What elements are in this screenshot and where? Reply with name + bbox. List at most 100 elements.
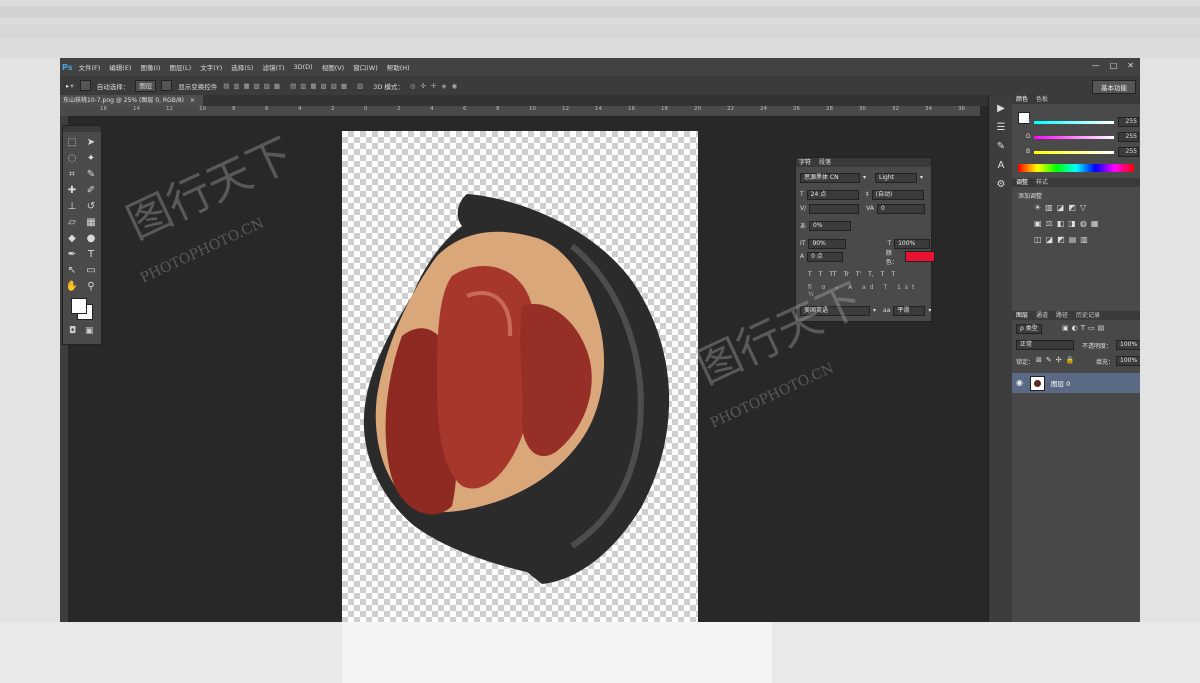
lock-icons[interactable]: ⊠✎✣🔒 [1036, 356, 1078, 364]
g-value[interactable]: 255 [1118, 132, 1139, 142]
dodge-tool-icon[interactable]: ● [84, 232, 98, 246]
blend-mode-select[interactable]: 正常 [1016, 340, 1074, 350]
close-button[interactable]: ✕ [1127, 61, 1134, 70]
minimize-button[interactable]: — [1092, 61, 1100, 70]
tab-swatches[interactable]: 色板 [1036, 95, 1048, 104]
menu-window[interactable]: 窗口(W) [353, 62, 378, 72]
chevron-down-icon[interactable]: ▾ [863, 174, 866, 181]
tsume-field[interactable]: 0% [809, 220, 852, 231]
3d-mode-icons[interactable]: ◎✣✢◈◉ [410, 82, 462, 90]
type-tool-icon[interactable]: T [84, 248, 98, 262]
subscript-button[interactable]: T, [868, 271, 874, 278]
crop-tool-icon[interactable]: ⌗ [65, 168, 79, 182]
history-brush-icon[interactable]: ↺ [84, 200, 98, 214]
font-size-field[interactable]: 24 点 [806, 189, 859, 200]
zoom-tool-icon[interactable]: ⚲ [84, 280, 98, 294]
b-value[interactable]: 255 [1118, 147, 1139, 157]
layer-name[interactable]: 图层 0 [1051, 378, 1070, 388]
magic-wand-icon[interactable]: ✦ [84, 152, 98, 166]
faux-bold-button[interactable]: T [808, 271, 812, 278]
antialias-select[interactable]: 平滑 [893, 305, 926, 316]
auto-select-dropdown[interactable]: 图层 [135, 79, 157, 92]
workspace-switcher[interactable]: 基本功能 [1092, 80, 1136, 94]
properties-icon[interactable]: ⚙ [989, 179, 1013, 190]
align-icons[interactable]: ▤▥▦▧▨▩ ▤▥▦▧▨▩ ▥ [223, 82, 367, 90]
eyedropper-icon[interactable]: ✎ [84, 168, 98, 182]
underline-button[interactable]: T [881, 271, 885, 278]
text-color-swatch[interactable] [905, 251, 936, 262]
menu-image[interactable]: 图像(I) [140, 62, 160, 72]
menu-3d[interactable]: 3D(D) [293, 63, 312, 71]
leading-field[interactable]: (自动) [871, 189, 924, 200]
font-style-select[interactable]: Light [875, 172, 918, 183]
vertical-scale-field[interactable]: 90% [808, 238, 847, 249]
menu-edit[interactable]: 编辑(E) [109, 62, 131, 72]
play-icon[interactable]: ▶ [989, 103, 1013, 114]
tab-adjustments[interactable]: 调整 [1016, 178, 1028, 187]
tab-channels[interactable]: 通道 [1036, 311, 1048, 320]
menu-select[interactable]: 选择(S) [231, 62, 253, 72]
blur-tool-icon[interactable]: ◆ [65, 232, 79, 246]
menu-view[interactable]: 视图(V) [322, 62, 345, 72]
marquee-tool-icon[interactable]: ⬚ [65, 136, 79, 150]
opacity-field[interactable]: 100% [1116, 340, 1140, 350]
screen-mode-icon[interactable]: ▣ [85, 326, 94, 336]
b-slider[interactable] [1034, 151, 1114, 154]
tracking-field[interactable]: 0 [876, 203, 925, 214]
lasso-tool-icon[interactable]: ◌ [65, 152, 79, 166]
tab-paragraph[interactable]: 段落 [819, 158, 831, 167]
healing-brush-icon[interactable]: ✚ [65, 184, 79, 198]
tab-color[interactable]: 颜色 [1016, 95, 1028, 104]
layer-kind-filter[interactable]: ρ 类型 [1016, 324, 1042, 334]
character-icon[interactable]: A [989, 160, 1013, 171]
r-value[interactable]: 255 [1118, 117, 1139, 127]
path-select-icon[interactable]: ↖ [65, 264, 79, 278]
kerning-field[interactable] [809, 203, 860, 214]
tab-character[interactable]: 字符 [799, 158, 811, 167]
history-icon[interactable]: ☰ [989, 122, 1013, 133]
adjustment-icons-row3[interactable]: ◫ ◪ ◩ ▤ ▥ [1034, 235, 1088, 244]
adjustment-icons-row1[interactable]: ☀ ▥ ◪ ◩ ▽ [1034, 203, 1086, 212]
pen-tool-icon[interactable]: ✒ [65, 248, 79, 262]
layer-row[interactable]: ◉ 图层 0 [1012, 373, 1140, 393]
eraser-tool-icon[interactable]: ▱ [65, 216, 79, 230]
move-tool-icon[interactable]: ▸+ [66, 82, 75, 90]
fill-field[interactable]: 100% [1116, 356, 1140, 366]
brush-preset-icon[interactable]: ✎ [989, 141, 1013, 152]
tab-history[interactable]: 历史记录 [1076, 311, 1100, 320]
menu-layer[interactable]: 图层(L) [169, 62, 191, 72]
menu-file[interactable]: 文件(F) [78, 62, 100, 72]
filter-icons[interactable]: ▣◐T▭▤ [1062, 324, 1107, 332]
tab-styles[interactable]: 样式 [1036, 178, 1048, 187]
menu-help[interactable]: 帮助(H) [387, 62, 410, 72]
gradient-tool-icon[interactable]: ▦ [84, 216, 98, 230]
color-spectrum[interactable] [1018, 164, 1134, 172]
tab-paths[interactable]: 路径 [1056, 311, 1068, 320]
show-transform-checkbox[interactable] [161, 80, 173, 91]
menu-filter[interactable]: 滤镜(T) [262, 62, 284, 72]
strikethrough-button[interactable]: T [891, 271, 895, 278]
quick-mask-icon[interactable]: ◘ [69, 326, 76, 336]
horizontal-ruler[interactable]: 16 14 12 10 8 6 4 2 0 2 4 6 8 10 12 14 16 18 20 22 24 26 28 30 3… [60, 106, 980, 117]
hand-tool-icon[interactable]: ✋ [65, 280, 79, 294]
maximize-button[interactable]: □ [1110, 61, 1118, 70]
superscript-button[interactable]: T' [856, 271, 861, 278]
chevron-down-icon[interactable]: ▾ [873, 307, 876, 314]
move-tool-icon[interactable]: ➤ [84, 136, 98, 150]
font-family-select[interactable]: 思源黑体 CN [800, 172, 860, 183]
close-tab-icon[interactable]: × [190, 97, 195, 104]
chevron-down-icon[interactable]: ▾ [920, 174, 923, 181]
shape-tool-icon[interactable]: ▭ [84, 264, 98, 278]
chevron-down-icon[interactable]: ▾ [928, 307, 931, 314]
eye-icon[interactable]: ◉ [1016, 378, 1023, 387]
menu-type[interactable]: 文字(Y) [200, 62, 222, 72]
baseline-field[interactable]: 0 点 [807, 251, 843, 262]
tab-layers[interactable]: 图层 [1016, 311, 1028, 320]
foreground-color-swatch[interactable] [71, 298, 87, 314]
stamp-tool-icon[interactable]: ⊥ [65, 200, 79, 214]
auto-select-checkbox[interactable] [79, 80, 91, 91]
document-tab[interactable]: 东山核桃10-7.png @ 25% (图层 0, RGB/8) × [60, 95, 203, 106]
r-slider[interactable] [1034, 121, 1114, 124]
brush-tool-icon[interactable]: ✐ [84, 184, 98, 198]
adjustment-icons-row2[interactable]: ▣ ⚖ ◧ ◨ ◍ ▦ [1034, 219, 1098, 228]
